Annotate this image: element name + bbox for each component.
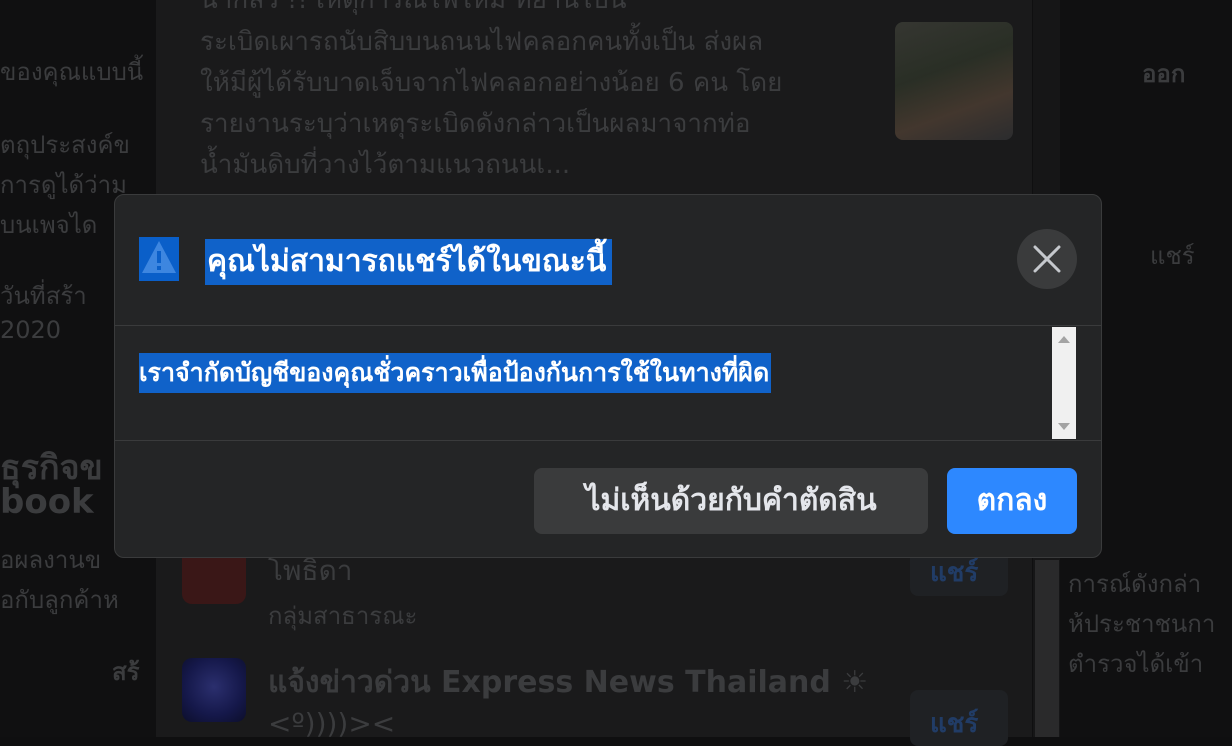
left-text-4: บนเพจได <box>0 211 98 239</box>
post-line-5: น้ำมันดิบที่วางไว้ตามแนวถนนเ... <box>200 150 571 180</box>
dialog-title: คุณไม่สามารถแชร์ได้ในขณะนี้ <box>205 239 613 285</box>
footer-divider <box>115 440 1101 441</box>
left-text-3: การดูได้ว่าม <box>0 171 127 199</box>
right-text-2: แชร์ <box>1150 242 1195 270</box>
right-text-3: การณ์ดังกล่า <box>1068 570 1202 598</box>
left-text-10: อกับลูกค้าห <box>0 586 119 614</box>
left-text-1: ของคุณแบบนี้ <box>0 58 144 86</box>
dialog-message: เราจำกัดบัญชีของคุณชั่วคราวเพื่อป้องกันก… <box>139 353 772 393</box>
dialog-body: เราจำกัดบัญชีของคุณชั่วคราวเพื่อป้องกันก… <box>115 326 1101 440</box>
share-label-1: แชร์ <box>930 558 979 588</box>
left-text-2: ัตถุประสงค์ข <box>0 131 130 159</box>
warning-triangle-icon <box>139 237 179 281</box>
group1-type: กลุ่มสาธารณะ <box>268 602 418 630</box>
right-text-4: ห้ประชาชนกา <box>1068 610 1216 638</box>
scroll-down-arrow-icon[interactable] <box>1058 423 1070 430</box>
post-line-1: น่ากลัว !! เหตุการณ์ไฟไหม้ ที่ย่านไบน์ <box>200 0 627 15</box>
left-text-8: book <box>0 482 94 522</box>
share-blocked-dialog: คุณไม่สามารถแชร์ได้ในขณะนี้ เราจำกัดบัญช… <box>114 194 1102 558</box>
left-text-11: สร้ <box>112 658 140 686</box>
close-button[interactable] <box>1017 229 1077 289</box>
scroll-up-arrow-icon[interactable] <box>1058 336 1070 343</box>
right-text-1: ออก <box>1142 60 1186 88</box>
ok-button[interactable]: ตกลง <box>947 468 1077 534</box>
group2-name: แจ้งข่าวด่วน Express News Thailand ☀ <box>268 665 869 700</box>
group2-subname: <º))))>< <box>268 707 396 740</box>
post-thumbnail <box>895 22 1013 140</box>
left-text-5: วันที่สร้า <box>0 282 87 310</box>
page-scrollbar-thumb[interactable] <box>1035 560 1059 737</box>
post-line-4: รายงานระบุว่าเหตุระเบิดดังกล่าวเป็นผลมาจ… <box>200 109 751 139</box>
close-x-icon <box>1033 245 1061 273</box>
message-scrollbar[interactable] <box>1052 327 1076 439</box>
post-line-3: ให้มีผู้ได้รับบาดเจ็บจากไฟคลอกอย่างน้อย … <box>200 68 783 98</box>
dialog-header: คุณไม่สามารถแชร์ได้ในขณะนี้ <box>115 195 1101 325</box>
right-text-5: ตำรวจได้เข้า <box>1068 650 1204 678</box>
left-text-9: อผลงานข <box>0 546 102 574</box>
disagree-with-decision-button[interactable]: ไม่เห็นด้วยกับคำตัดสิน <box>534 468 928 534</box>
news-avatar <box>182 658 246 722</box>
post-line-2: ระเบิดเผารถนับสิบบนถนนไฟคลอกคนทั้งเป็น ส… <box>200 27 764 57</box>
left-text-6: 2020 <box>0 316 62 344</box>
share-label-2: แชร์ <box>930 709 979 739</box>
